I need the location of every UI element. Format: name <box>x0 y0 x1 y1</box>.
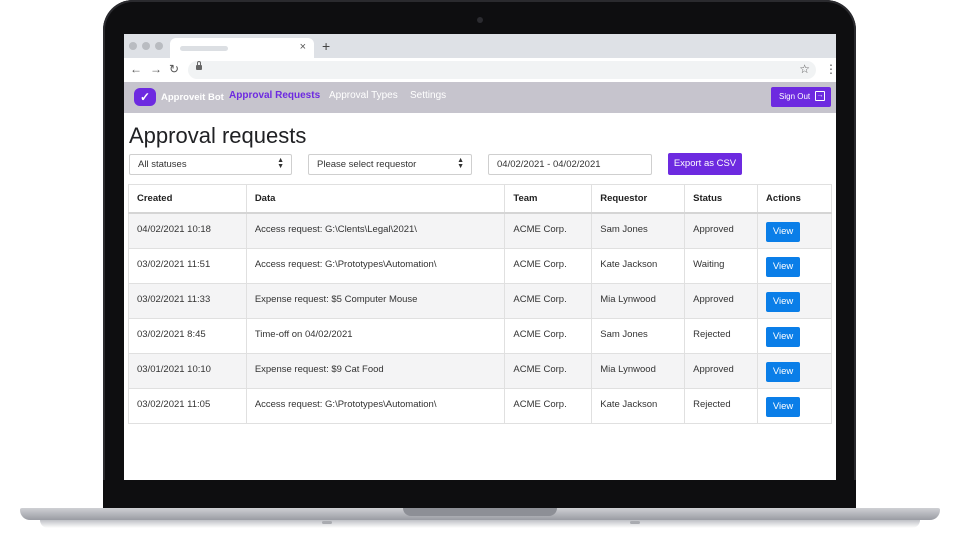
column-header-requestor[interactable]: Requestor <box>591 184 686 214</box>
column-header-created[interactable]: Created <box>128 184 247 214</box>
sign-out-button[interactable]: Sign Out → <box>771 87 831 107</box>
cell-actions: View <box>757 317 832 354</box>
select-caret-icon: ▲ ▼ <box>277 157 284 170</box>
status-filter-select[interactable]: All statuses ▲ ▼ <box>129 154 292 175</box>
nav-approval-requests[interactable]: Approval Requests <box>229 90 320 101</box>
cell-requestor: Sam Jones <box>591 212 686 249</box>
cell-actions: View <box>757 282 832 319</box>
cell-status: Approved <box>684 282 759 319</box>
view-button[interactable]: View <box>766 361 801 382</box>
cell-created: 03/01/2021 10:10 <box>128 352 247 389</box>
forward-icon[interactable]: → <box>150 62 162 76</box>
cell-created: 03/02/2021 11:51 <box>128 247 247 284</box>
camera-icon <box>477 17 483 23</box>
cell-created: 03/02/2021 11:33 <box>128 282 247 319</box>
table-row: 03/02/2021 11:05 Access request: G:\Prot… <box>128 387 832 424</box>
cell-data: Access request: G:\Clents\Legal\2021\ <box>245 212 506 249</box>
cell-created: 04/02/2021 10:18 <box>128 212 247 249</box>
sign-out-icon: → <box>815 91 825 101</box>
column-header-team[interactable]: Team <box>504 184 593 214</box>
browser-menu-icon[interactable]: ⋮ <box>825 62 836 76</box>
table-header-row: Created Data Team Requestor Status Actio… <box>128 184 832 214</box>
lock-icon <box>196 61 202 70</box>
browser-toolbar: ← → ↻ ☆ ⋮ <box>124 58 836 83</box>
cell-status: Rejected <box>684 317 759 354</box>
cell-status: Waiting <box>684 247 759 284</box>
cell-data: Access request: G:\Prototypes\Automation… <box>245 387 506 424</box>
cell-data: Expense request: $9 Cat Food <box>245 352 506 389</box>
cell-team: ACME Corp. <box>504 212 593 249</box>
new-tab-icon[interactable]: + <box>322 38 330 54</box>
browser-tab[interactable]: × <box>170 38 314 58</box>
requestor-filter-value: Please select requestor <box>317 159 417 170</box>
tab-title-placeholder <box>180 46 228 51</box>
cell-created: 03/02/2021 11:05 <box>128 387 247 424</box>
laptop-shadow <box>40 520 920 528</box>
nav-approval-types[interactable]: Approval Types <box>329 90 398 101</box>
cell-actions: View <box>757 387 832 424</box>
laptop-foot <box>630 521 640 524</box>
table-row: 04/02/2021 10:18 Access request: G:\Clen… <box>128 212 832 249</box>
column-header-data[interactable]: Data <box>245 184 506 214</box>
cell-data: Access request: G:\Prototypes\Automation… <box>245 247 506 284</box>
address-bar[interactable]: ☆ <box>188 61 816 79</box>
brand-name[interactable]: Approveit Bot <box>161 92 224 103</box>
cell-team: ACME Corp. <box>504 317 593 354</box>
sign-out-label: Sign Out <box>779 92 811 101</box>
window-maximize-dot[interactable] <box>155 42 163 50</box>
close-tab-icon[interactable]: × <box>300 41 306 53</box>
cell-created: 03/02/2021 8:45 <box>128 317 247 354</box>
laptop-foot <box>322 521 332 524</box>
requestor-filter-select[interactable]: Please select requestor ▲ ▼ <box>308 154 472 175</box>
view-button[interactable]: View <box>766 291 801 312</box>
cell-actions: View <box>757 212 832 249</box>
cell-team: ACME Corp. <box>504 387 593 424</box>
column-header-actions: Actions <box>757 184 832 214</box>
app-navbar: ✓ Approveit Bot Approval Requests Approv… <box>124 82 836 113</box>
page-title: Approval requests <box>129 123 307 148</box>
view-button[interactable]: View <box>766 396 801 417</box>
cell-actions: View <box>757 352 832 389</box>
column-header-status[interactable]: Status <box>684 184 759 214</box>
screen: × + ← → ↻ ☆ ⋮ ✓ Approveit Bot Approval R… <box>124 34 836 480</box>
cell-requestor: Kate Jackson <box>591 247 686 284</box>
back-icon[interactable]: ← <box>130 62 142 76</box>
laptop-notch <box>403 508 557 516</box>
view-button[interactable]: View <box>766 326 801 347</box>
cell-status: Approved <box>684 352 759 389</box>
table-row: 03/02/2021 8:45 Time-off on 04/02/2021 A… <box>128 317 832 354</box>
table-row: 03/01/2021 10:10 Expense request: $9 Cat… <box>128 352 832 389</box>
cell-status: Approved <box>684 212 759 249</box>
cell-requestor: Mia Lynwood <box>591 352 686 389</box>
nav-settings[interactable]: Settings <box>410 90 446 101</box>
window-close-dot[interactable] <box>129 42 137 50</box>
date-range-input[interactable]: 04/02/2021 - 04/02/2021 <box>488 154 652 175</box>
cell-requestor: Kate Jackson <box>591 387 686 424</box>
view-button[interactable]: View <box>766 222 801 242</box>
cell-actions: View <box>757 247 832 284</box>
status-filter-value: All statuses <box>138 159 187 170</box>
cell-team: ACME Corp. <box>504 352 593 389</box>
table-row: 03/02/2021 11:51 Access request: G:\Prot… <box>128 247 832 284</box>
cell-team: ACME Corp. <box>504 247 593 284</box>
browser-tab-bar: × + <box>124 34 836 58</box>
export-csv-button[interactable]: Export as CSV <box>668 153 742 175</box>
cell-team: ACME Corp. <box>504 282 593 319</box>
cell-data: Expense request: $5 Computer Mouse <box>245 282 506 319</box>
date-range-value: 04/02/2021 - 04/02/2021 <box>497 159 601 170</box>
checkmark-logo-icon: ✓ <box>134 88 156 106</box>
cell-data: Time-off on 04/02/2021 <box>245 317 506 354</box>
cell-requestor: Sam Jones <box>591 317 686 354</box>
cell-requestor: Mia Lynwood <box>591 282 686 319</box>
window-minimize-dot[interactable] <box>142 42 150 50</box>
bookmark-star-icon[interactable]: ☆ <box>799 62 810 76</box>
view-button[interactable]: View <box>766 256 801 277</box>
select-caret-icon: ▲ ▼ <box>457 157 464 170</box>
reload-icon[interactable]: ↻ <box>169 62 179 76</box>
approval-requests-table: Created Data Team Requestor Status Actio… <box>128 184 832 424</box>
cell-status: Rejected <box>684 387 759 424</box>
table-row: 03/02/2021 11:33 Expense request: $5 Com… <box>128 282 832 319</box>
